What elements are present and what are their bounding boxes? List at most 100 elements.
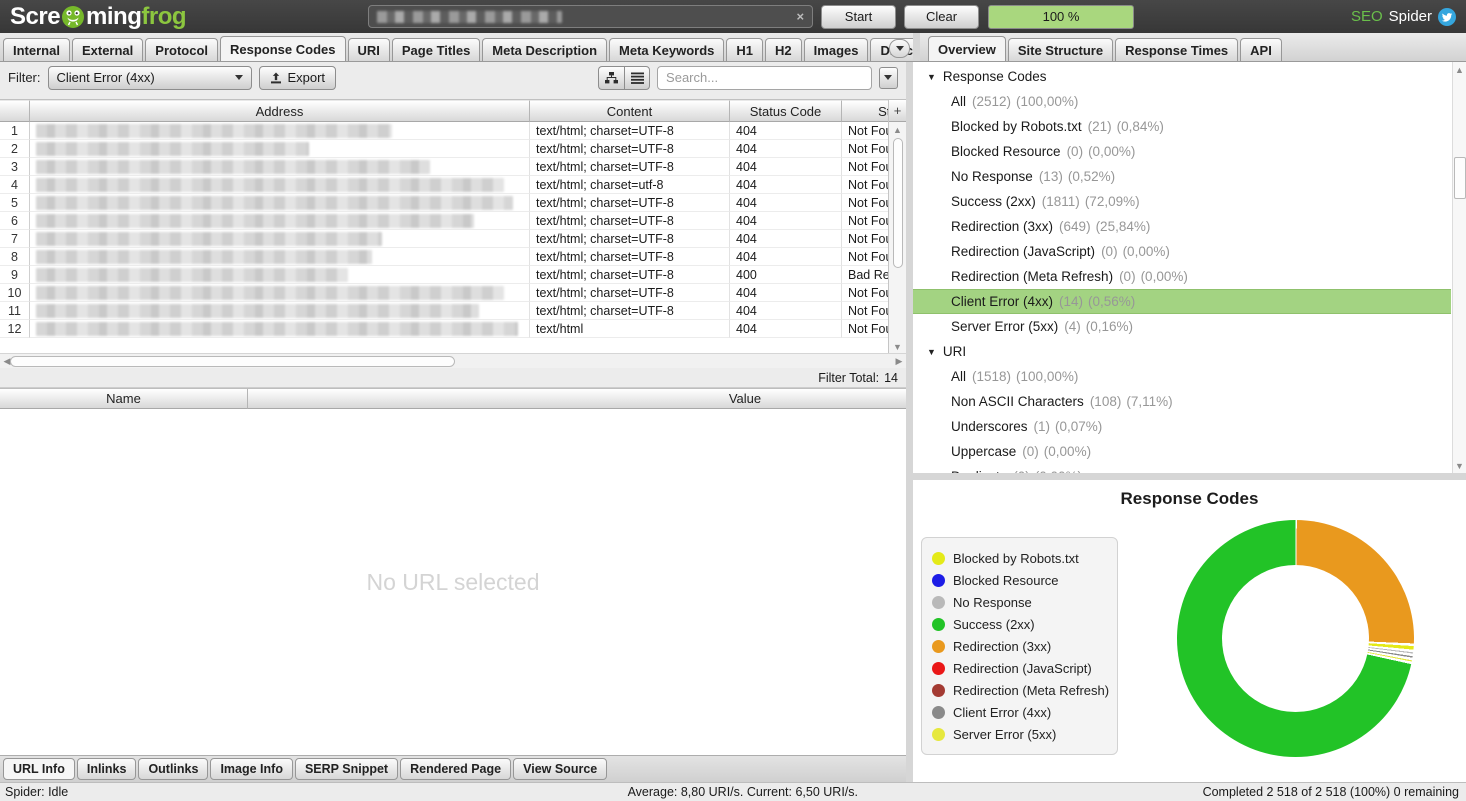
table-row[interactable]: 5 text/html; charset=UTF-8 404 Not Found (0, 194, 898, 212)
collapse-triangle-icon[interactable]: ▼ (927, 347, 936, 357)
address-column-header[interactable]: Address (30, 100, 530, 122)
table-row[interactable]: 12 text/html 404 Not Found (0, 320, 898, 338)
side-tab[interactable]: Overview (928, 36, 1006, 61)
tree-item[interactable]: ▼ Redirection (JavaScript) (0) (0,00%) (913, 239, 1466, 264)
clear-button[interactable]: Clear (904, 5, 979, 29)
address-cell[interactable] (30, 248, 530, 266)
table-row[interactable]: 7 text/html; charset=UTF-8 404 Not Found (0, 230, 898, 248)
tree-item[interactable]: ▼ Redirection (Meta Refresh) (0) (0,00%) (913, 264, 1466, 289)
content-cell[interactable]: text/html; charset=UTF-8 (530, 230, 730, 248)
table-row[interactable]: 8 text/html; charset=UTF-8 404 Not Found (0, 248, 898, 266)
address-cell[interactable] (30, 320, 530, 338)
status-code-cell[interactable]: 404 (730, 320, 842, 338)
status-code-cell[interactable]: 404 (730, 176, 842, 194)
main-tab[interactable]: Images (804, 38, 869, 61)
main-tab[interactable]: H1 (726, 38, 763, 61)
content-cell[interactable]: text/html; charset=UTF-8 (530, 212, 730, 230)
detail-tab[interactable]: SERP Snippet (295, 758, 398, 780)
collapse-triangle-icon[interactable]: ▼ (927, 72, 936, 82)
content-cell[interactable]: text/html; charset=UTF-8 (530, 266, 730, 284)
address-cell[interactable] (30, 194, 530, 212)
content-cell[interactable]: text/html; charset=UTF-8 (530, 158, 730, 176)
address-cell[interactable] (30, 284, 530, 302)
table-row[interactable]: 1 text/html; charset=UTF-8 404 Not Found (0, 122, 898, 140)
main-tab[interactable]: Meta Keywords (609, 38, 724, 61)
tree-item[interactable]: ▼ Server Error (5xx) (4) (0,16%) (913, 314, 1466, 339)
tree-item[interactable]: ▼ URI (913, 339, 1466, 364)
url-input[interactable]: × (368, 5, 813, 28)
detail-tab[interactable]: Rendered Page (400, 758, 511, 780)
value-column-header[interactable]: Value (248, 389, 906, 409)
address-cell[interactable] (30, 302, 530, 320)
twitter-icon[interactable] (1438, 8, 1456, 26)
status-code-column-header[interactable]: Status Code (730, 100, 842, 122)
tree-item[interactable]: ▼ All (1518) (100,00%) (913, 364, 1466, 389)
scrollbar-thumb[interactable] (1454, 157, 1466, 199)
tree-item[interactable]: ▼ Blocked Resource (0) (0,00%) (913, 139, 1466, 164)
status-code-cell[interactable]: 404 (730, 302, 842, 320)
main-tab[interactable]: URI (348, 38, 390, 61)
scroll-up-arrow[interactable]: ▲ (1453, 62, 1466, 77)
content-cell[interactable]: text/html; charset=utf-8 (530, 176, 730, 194)
tree-item[interactable]: ▼ Redirection (3xx) (649) (25,84%) (913, 214, 1466, 239)
search-input[interactable] (657, 66, 872, 90)
status-code-cell[interactable]: 404 (730, 122, 842, 140)
address-cell[interactable] (30, 230, 530, 248)
tree-item[interactable]: ▼ Client Error (4xx) (14) (0,56%) (913, 289, 1451, 314)
content-cell[interactable]: text/html; charset=UTF-8 (530, 284, 730, 302)
table-row[interactable]: 9 text/html; charset=UTF-8 400 Bad Reque… (0, 266, 898, 284)
main-tab[interactable]: Protocol (145, 38, 218, 61)
detail-tab[interactable]: URL Info (3, 758, 75, 780)
address-cell[interactable] (30, 212, 530, 230)
tree-view-button[interactable] (598, 66, 624, 90)
content-cell[interactable]: text/html; charset=UTF-8 (530, 248, 730, 266)
status-code-cell[interactable]: 400 (730, 266, 842, 284)
scroll-down-arrow[interactable]: ▼ (1453, 458, 1466, 473)
address-cell[interactable] (30, 266, 530, 284)
table-row[interactable]: 10 text/html; charset=UTF-8 404 Not Foun… (0, 284, 898, 302)
address-cell[interactable] (30, 140, 530, 158)
detail-tab[interactable]: Inlinks (77, 758, 137, 780)
detail-tab[interactable]: Outlinks (138, 758, 208, 780)
main-tab[interactable]: External (72, 38, 143, 61)
address-cell[interactable] (30, 122, 530, 140)
main-tab[interactable]: Internal (3, 38, 70, 61)
content-cell[interactable]: text/html; charset=UTF-8 (530, 122, 730, 140)
main-tab[interactable]: Response Codes (220, 36, 345, 61)
table-row[interactable]: 6 text/html; charset=UTF-8 404 Not Found (0, 212, 898, 230)
content-cell[interactable]: text/html; charset=UTF-8 (530, 302, 730, 320)
detail-tab[interactable]: View Source (513, 758, 607, 780)
scroll-down-arrow[interactable]: ▼ (889, 339, 906, 354)
address-cell[interactable] (30, 176, 530, 194)
table-row[interactable]: 2 text/html; charset=UTF-8 404 Not Found (0, 140, 898, 158)
scrollbar-thumb[interactable] (893, 138, 903, 268)
side-tab[interactable]: Response Times (1115, 38, 1238, 61)
side-tab[interactable]: Site Structure (1008, 38, 1113, 61)
side-tab[interactable]: API (1240, 38, 1282, 61)
main-tab[interactable]: Meta Description (482, 38, 607, 61)
add-column-button[interactable]: + (889, 100, 906, 122)
start-button[interactable]: Start (821, 5, 896, 29)
content-cell[interactable]: text/html; charset=UTF-8 (530, 194, 730, 212)
tab-overflow-button[interactable] (889, 39, 910, 58)
tree-item[interactable]: ▼ No Response (13) (0,52%) (913, 164, 1466, 189)
content-cell[interactable]: text/html; charset=UTF-8 (530, 140, 730, 158)
address-cell[interactable] (30, 158, 530, 176)
status-code-cell[interactable]: 404 (730, 248, 842, 266)
status-code-cell[interactable]: 404 (730, 194, 842, 212)
tree-item[interactable]: ▼ Uppercase (0) (0,00%) (913, 439, 1466, 464)
main-tab[interactable]: H2 (765, 38, 802, 61)
scroll-up-arrow[interactable]: ▲ (889, 122, 906, 137)
tree-item[interactable]: ▼ Success (2xx) (1811) (72,09%) (913, 189, 1466, 214)
status-code-cell[interactable]: 404 (730, 284, 842, 302)
scroll-right-arrow[interactable]: ▶ (892, 356, 906, 367)
table-row[interactable]: 4 text/html; charset=utf-8 404 Not Found (0, 176, 898, 194)
name-column-header[interactable]: Name (0, 389, 248, 409)
tree-item[interactable]: ▼ Non ASCII Characters (108) (7,11%) (913, 389, 1466, 414)
search-options-button[interactable] (879, 67, 898, 89)
main-tab[interactable]: Page Titles (392, 38, 480, 61)
tree-item[interactable]: ▼ Response Codes (913, 64, 1466, 89)
status-code-cell[interactable]: 404 (730, 230, 842, 248)
clear-url-icon[interactable]: × (796, 9, 804, 24)
tree-item[interactable]: ▼ Underscores (1) (0,07%) (913, 414, 1466, 439)
